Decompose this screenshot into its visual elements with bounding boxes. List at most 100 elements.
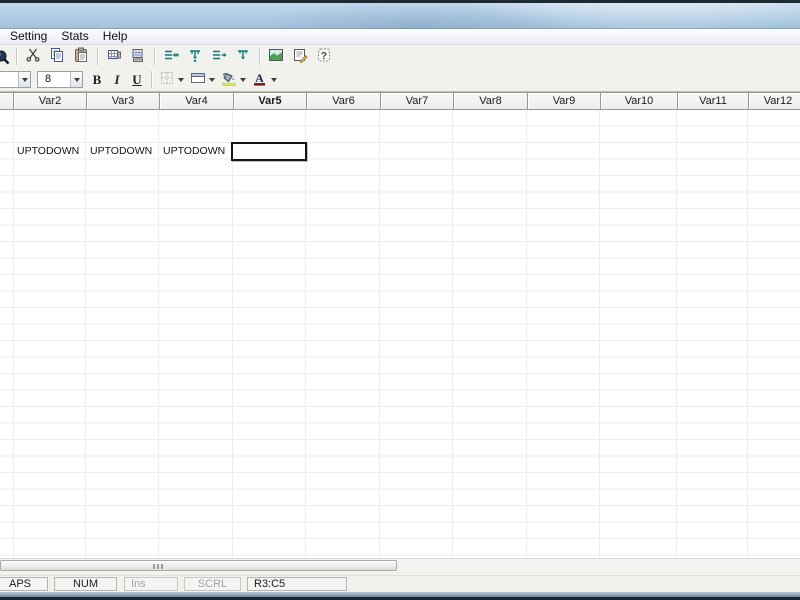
column-header-var11[interactable]: Var11 (677, 92, 749, 110)
spreadsheet-grid[interactable]: UPTODOWN UPTODOWN UPTODOWN (0, 110, 800, 558)
italic-button[interactable]: I (108, 71, 126, 89)
grid-line (85, 110, 86, 558)
menu-stats[interactable]: Stats (54, 29, 95, 44)
cell-r3c3[interactable]: UPTODOWN (86, 143, 158, 160)
column-header-var4[interactable]: Var4 (159, 92, 234, 110)
fill-color-icon (221, 70, 237, 89)
font-size-dropdown-button[interactable] (70, 72, 82, 87)
properties-button[interactable] (289, 47, 311, 67)
toolbar-separator (259, 48, 260, 65)
cell-r3c4[interactable]: UPTODOWN (159, 143, 232, 160)
append-case-button[interactable] (232, 47, 254, 67)
horizontal-scrollbar[interactable] (0, 558, 800, 572)
column-header-var9[interactable]: Var9 (527, 92, 601, 110)
column-header-var3[interactable]: Var3 (86, 92, 160, 110)
toolbar-area: ? 8 B I U A (0, 45, 800, 92)
scrollbar-thumb[interactable] (0, 560, 397, 571)
titlebar[interactable] (0, 3, 800, 29)
toolbar-separator (16, 48, 17, 65)
font-name-dropdown-button[interactable] (18, 72, 30, 87)
num-indicator: NUM (54, 577, 117, 591)
selected-cell[interactable] (231, 142, 307, 161)
grid-line (158, 110, 159, 558)
ins-indicator: Ins (124, 577, 178, 591)
toolbar-main: ? (0, 45, 800, 68)
statusbar: APS NUM Ins SCRL R3:C5 (0, 575, 800, 592)
grid-line (305, 110, 306, 558)
font-color-icon: A (252, 70, 268, 89)
grid-line (13, 110, 14, 558)
clipped-toolbar-button[interactable] (0, 47, 11, 67)
column-header-var2[interactable]: Var2 (13, 92, 87, 110)
scrl-indicator: SCRL (184, 577, 241, 591)
chevron-down-icon (73, 77, 80, 82)
borders-button[interactable] (156, 70, 187, 90)
row-header-stub[interactable] (0, 92, 14, 110)
insert-table-button[interactable] (103, 47, 125, 67)
properties-icon (292, 47, 308, 66)
insert-variable-icon (163, 47, 179, 66)
menu-help[interactable]: Help (96, 29, 135, 44)
grid-line (599, 110, 600, 558)
toolbar-separator (97, 48, 98, 65)
toolbar-format: 8 B I U A (0, 68, 800, 91)
append-case-icon (235, 47, 251, 66)
chart-icon (268, 47, 284, 66)
append-table-button[interactable] (127, 47, 149, 67)
merge-header-button[interactable] (187, 70, 218, 90)
cell-reference: R3:C5 (247, 577, 347, 591)
menu-setting[interactable]: Setting (3, 29, 54, 44)
grid-line (232, 110, 233, 558)
grid-line (676, 110, 677, 558)
column-header-var6[interactable]: Var6 (306, 92, 381, 110)
column-header-var5[interactable]: Var5 (233, 92, 307, 110)
cut-button[interactable] (22, 47, 44, 67)
cut-icon (25, 47, 41, 66)
toolbar-separator (154, 48, 155, 65)
insert-case-button[interactable] (184, 47, 206, 67)
underline-button[interactable]: U (128, 71, 146, 89)
caps-indicator: APS (0, 577, 48, 591)
svg-text:A: A (255, 71, 264, 85)
font-size-value: 8 (45, 73, 52, 85)
insert-table-icon (106, 47, 122, 66)
help-button[interactable]: ? (313, 47, 335, 67)
scrollbar-grip-icon (153, 564, 163, 569)
toolbar-separator (151, 71, 152, 88)
append-table-icon (130, 47, 146, 66)
menubar: Setting Stats Help (0, 29, 800, 45)
borders-icon (159, 70, 175, 89)
cell-r3c2[interactable]: UPTODOWN (13, 143, 85, 160)
copy-button[interactable] (46, 47, 68, 67)
insert-case-icon (187, 47, 203, 66)
copy-icon (49, 47, 65, 66)
bold-button[interactable]: B (88, 71, 106, 89)
grid-line (747, 110, 748, 558)
chevron-down-icon (178, 77, 184, 82)
font-size-combo[interactable]: 8 (37, 71, 83, 88)
chevron-down-icon (240, 77, 246, 82)
column-header-var10[interactable]: Var10 (600, 92, 678, 110)
font-color-button[interactable]: A (249, 70, 280, 90)
help-icon: ? (316, 47, 332, 66)
column-header-var8[interactable]: Var8 (453, 92, 528, 110)
svg-text:?: ? (321, 50, 327, 62)
paste-icon (73, 47, 89, 66)
header-frame-icon (190, 70, 206, 89)
paste-button[interactable] (70, 47, 92, 67)
font-name-combo[interactable] (0, 71, 31, 88)
insert-variable-button[interactable] (160, 47, 182, 67)
append-variable-icon (211, 47, 227, 66)
append-variable-button[interactable] (208, 47, 230, 67)
window-frame-bottom (0, 592, 800, 600)
chevron-down-icon (271, 77, 277, 82)
grid-line (452, 110, 453, 558)
column-header-var12[interactable]: Var12 (748, 92, 800, 110)
chevron-down-icon (209, 77, 215, 82)
column-header-var7[interactable]: Var7 (380, 92, 454, 110)
fill-color-button[interactable] (218, 70, 249, 90)
chevron-down-icon (21, 77, 28, 82)
grid-line (526, 110, 527, 558)
grid-line (379, 110, 380, 558)
chart-button[interactable] (265, 47, 287, 67)
